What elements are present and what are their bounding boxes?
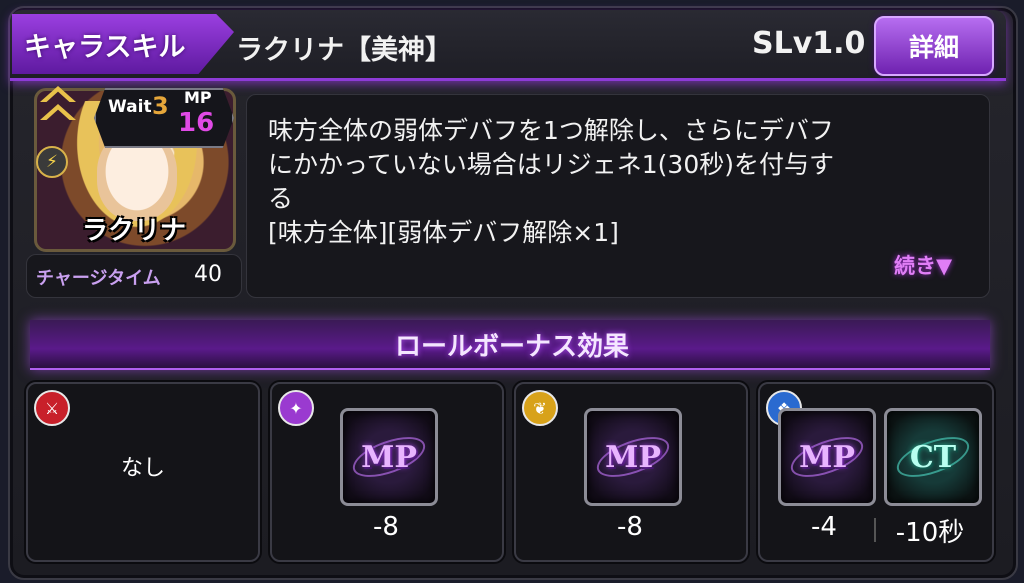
chara-skill-tab[interactable]: キャラスキル <box>12 14 234 74</box>
mp-value: 16 <box>178 108 215 138</box>
mp-bonus-value: -8 <box>617 512 643 542</box>
ct-bonus-value: -10秒 <box>895 518 965 548</box>
mp-bonus-value: -8 <box>373 512 399 542</box>
ct-bonus-icon: CT <box>884 408 982 506</box>
staff-role-icon: ✦ <box>278 390 314 426</box>
skill-name: ラクリナ【美神】 <box>236 35 452 66</box>
skill-level: SLv1.0 <box>752 26 866 61</box>
more-button[interactable]: 続き▼ <box>894 250 952 280</box>
lightning-icon: ⚡ <box>36 146 68 178</box>
detail-button[interactable]: 詳細 <box>874 16 994 76</box>
role-card-sword[interactable]: ⚔ なし <box>26 382 260 562</box>
role-card-shield[interactable]: ❖ MP CT -4 -10秒 <box>758 382 994 562</box>
sword-role-icon: ⚔ <box>34 390 70 426</box>
wait-label: Wait <box>108 97 152 117</box>
mp-bonus-icon: MP <box>340 408 438 506</box>
bonus-divider <box>874 518 876 542</box>
character-name: ラクリナ <box>81 216 186 246</box>
mp-bonus-value: -4 <box>811 512 837 542</box>
bonus-none-text: なし <box>120 456 165 481</box>
mp-label: MP <box>184 88 212 107</box>
charge-time-value: 40 <box>194 262 222 287</box>
wait-value: 3 <box>152 92 169 120</box>
mp-bonus-icon: MP <box>584 408 682 506</box>
role-bonus-title: ロールボーナス効果 <box>394 332 629 362</box>
mp-bonus-icon: MP <box>778 408 876 506</box>
skill-description: 味方全体の弱体デバフを1つ解除し、さらにデバフ にかかっていない場合はリジェネ1… <box>268 116 834 247</box>
role-card-wing[interactable]: ❦ MP -8 <box>514 382 748 562</box>
role-card-staff[interactable]: ✦ MP -8 <box>270 382 504 562</box>
charge-time-label: チャージタイム <box>36 268 161 289</box>
wing-role-icon: ❦ <box>522 390 558 426</box>
